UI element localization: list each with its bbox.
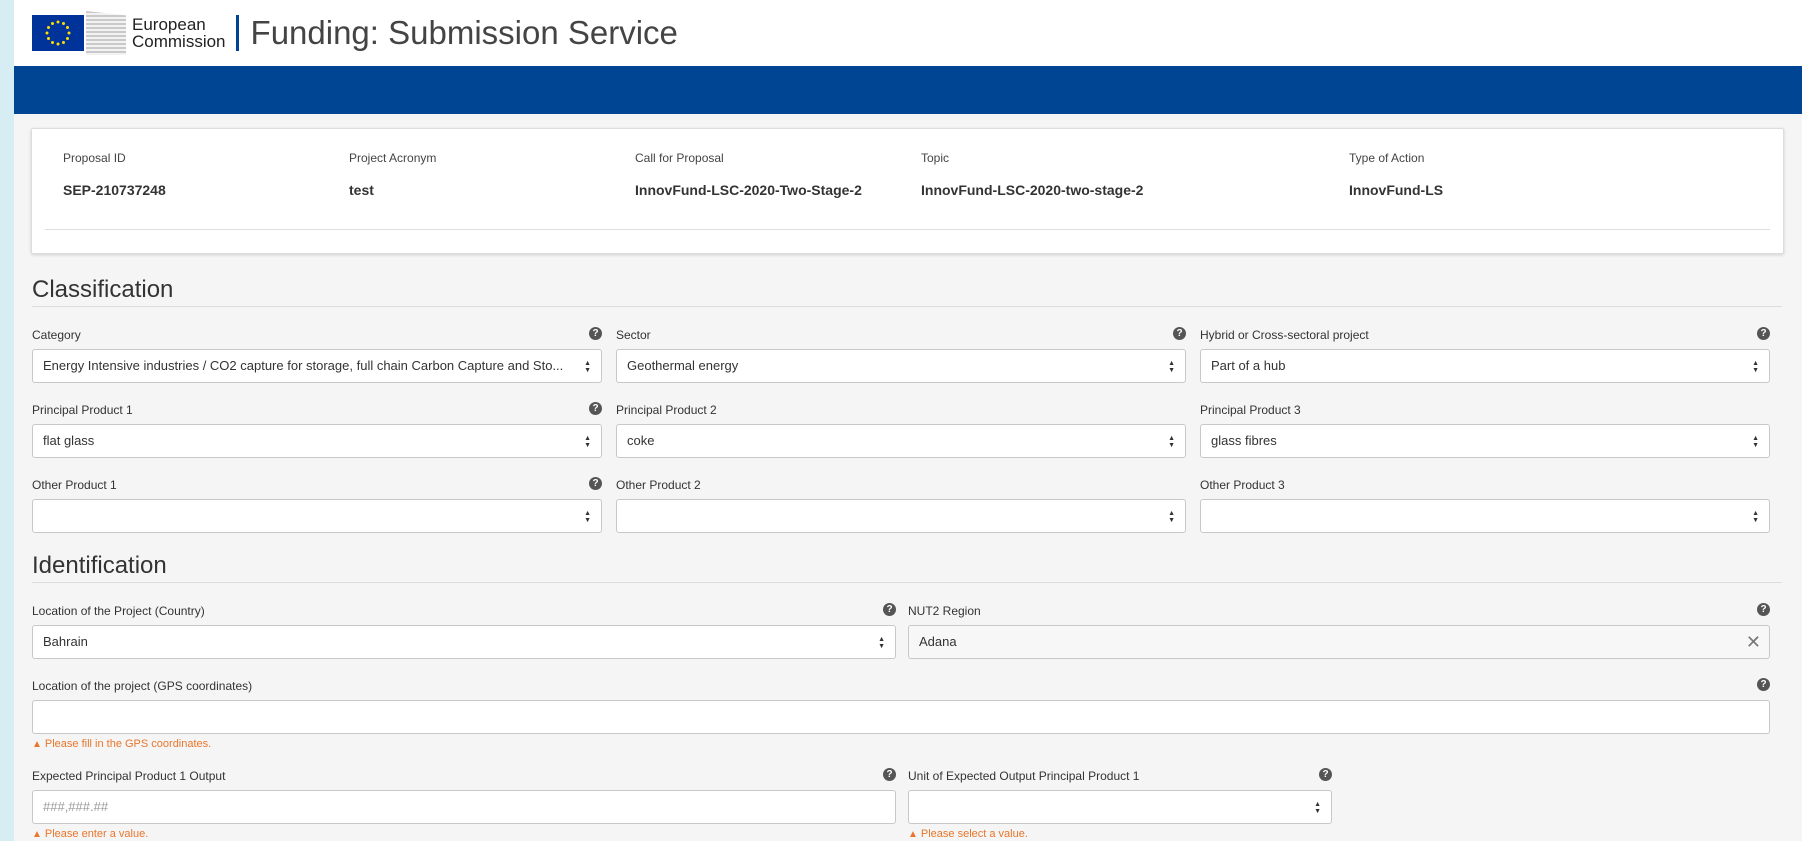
question-circle-icon[interactable]: ?	[1757, 678, 1770, 691]
nav-bar	[14, 66, 1802, 114]
question-circle-icon[interactable]: ?	[589, 402, 602, 415]
nut2-region-select[interactable]: Adana ✕	[908, 625, 1770, 659]
select-caret-icon: ▲ ▼	[1752, 510, 1759, 524]
gps-warning: ▲ Please fill in the GPS coordinates.	[32, 738, 212, 750]
select-caret-icon: ▲ ▼	[1168, 435, 1175, 449]
ec-wordmark: European Commission	[132, 16, 226, 50]
app-title: Funding: Submission Service	[250, 14, 678, 51]
question-circle-icon[interactable]: ?	[1319, 768, 1332, 781]
question-circle-icon[interactable]: ?	[589, 477, 602, 490]
category-field: Category ? Energy Intensive industries /…	[32, 327, 602, 383]
unit-warning: ▲ Please select a value.	[908, 828, 1028, 840]
hybrid-select[interactable]: Part of a hub ▲ ▼	[1200, 349, 1770, 383]
question-circle-icon[interactable]: ?	[1173, 327, 1186, 340]
expected-output-input[interactable]: ###,###.##	[32, 790, 896, 824]
ec-building-icon	[86, 11, 126, 55]
other-product-2-field: Other Product 2 ▲ ▼	[616, 477, 1186, 533]
other-product-3-select[interactable]: ▲ ▼	[1200, 499, 1770, 533]
question-circle-icon[interactable]: ?	[1757, 327, 1770, 340]
sector-select[interactable]: Geothermal energy ▲ ▼	[616, 349, 1186, 383]
classification-rule	[32, 306, 1782, 307]
call-for-proposal: Call for Proposal InnovFund-LSC-2020-Two…	[635, 151, 862, 198]
country-field: Location of the Project (Country) ? Bahr…	[32, 603, 896, 659]
gps-field: Location of the project (GPS coordinates…	[32, 678, 1770, 756]
sector-field: Sector ? Geothermal energy ▲ ▼	[616, 327, 1186, 383]
eu-flag-icon	[32, 15, 84, 51]
topic: Topic InnovFund-LSC-2020-two-stage-2	[921, 151, 1144, 198]
identification-title: Identification	[32, 552, 167, 579]
select-caret-icon: ▲ ▼	[1752, 360, 1759, 374]
select-caret-icon: ▲ ▼	[1168, 360, 1175, 374]
question-circle-icon[interactable]: ?	[1757, 603, 1770, 616]
project-acronym: Project Acronym test	[349, 151, 437, 198]
question-circle-icon[interactable]: ?	[883, 768, 896, 781]
warning-triangle-icon: ▲	[32, 739, 42, 750]
other-product-1-field: Other Product 1 ? ▲ ▼	[32, 477, 602, 533]
category-select[interactable]: Energy Intensive industries / CO2 captur…	[32, 349, 602, 383]
principal-product-3-field: Principal Product 3 glass fibres ▲ ▼	[1200, 402, 1770, 458]
identification-rule	[32, 582, 1782, 583]
other-product-3-field: Other Product 3 ▲ ▼	[1200, 477, 1770, 533]
other-product-1-select[interactable]: ▲ ▼	[32, 499, 602, 533]
select-caret-icon: ▲ ▼	[1752, 435, 1759, 449]
unit-output-field: Unit of Expected Output Principal Produc…	[908, 768, 1332, 841]
select-caret-icon: ▲ ▼	[878, 636, 885, 650]
ec-logo: European Commission	[32, 8, 226, 58]
select-caret-icon: ▲ ▼	[1314, 801, 1321, 815]
unit-output-select[interactable]: ▲ ▼	[908, 790, 1332, 824]
close-icon[interactable]: ✕	[1746, 626, 1761, 658]
principal-product-2-select[interactable]: coke ▲ ▼	[616, 424, 1186, 458]
hybrid-field: Hybrid or Cross-sectoral project ? Part …	[1200, 327, 1770, 383]
select-caret-icon: ▲ ▼	[584, 360, 591, 374]
principal-product-1-select[interactable]: flat glass ▲ ▼	[32, 424, 602, 458]
header-divider	[235, 15, 239, 51]
classification-title: Classification	[32, 276, 174, 303]
nut2-region-field: NUT2 Region ? Adana ✕	[908, 603, 1770, 659]
gps-input[interactable]	[32, 700, 1770, 734]
proposal-id: Proposal ID SEP-210737248	[63, 151, 166, 198]
select-caret-icon: ▲ ▼	[584, 510, 591, 524]
question-circle-icon[interactable]: ?	[589, 327, 602, 340]
app-frame: European Commission Funding: Submission …	[14, 0, 1802, 841]
type-of-action: Type of Action InnovFund-LS	[1349, 151, 1444, 198]
select-caret-icon: ▲ ▼	[1168, 510, 1175, 524]
app-header: European Commission Funding: Submission …	[14, 0, 1802, 66]
other-product-2-select[interactable]: ▲ ▼	[616, 499, 1186, 533]
warning-triangle-icon: ▲	[908, 829, 918, 840]
principal-product-1-field: Principal Product 1 ? flat glass ▲ ▼	[32, 402, 602, 458]
org-line-2: Commission	[132, 32, 226, 51]
question-circle-icon[interactable]: ?	[883, 603, 896, 616]
output-warning: ▲ Please enter a value.	[32, 828, 149, 840]
expected-output-field: Expected Principal Product 1 Output ? ##…	[32, 768, 896, 841]
card-divider	[45, 229, 1770, 230]
warning-triangle-icon: ▲	[32, 829, 42, 840]
proposal-info-card: Proposal ID SEP-210737248 Project Acrony…	[31, 128, 1784, 254]
principal-product-2-field: Principal Product 2 coke ▲ ▼	[616, 402, 1186, 458]
country-select[interactable]: Bahrain ▲ ▼	[32, 625, 896, 659]
org-line-1: European	[132, 15, 206, 34]
principal-product-3-select[interactable]: glass fibres ▲ ▼	[1200, 424, 1770, 458]
select-caret-icon: ▲ ▼	[584, 435, 591, 449]
